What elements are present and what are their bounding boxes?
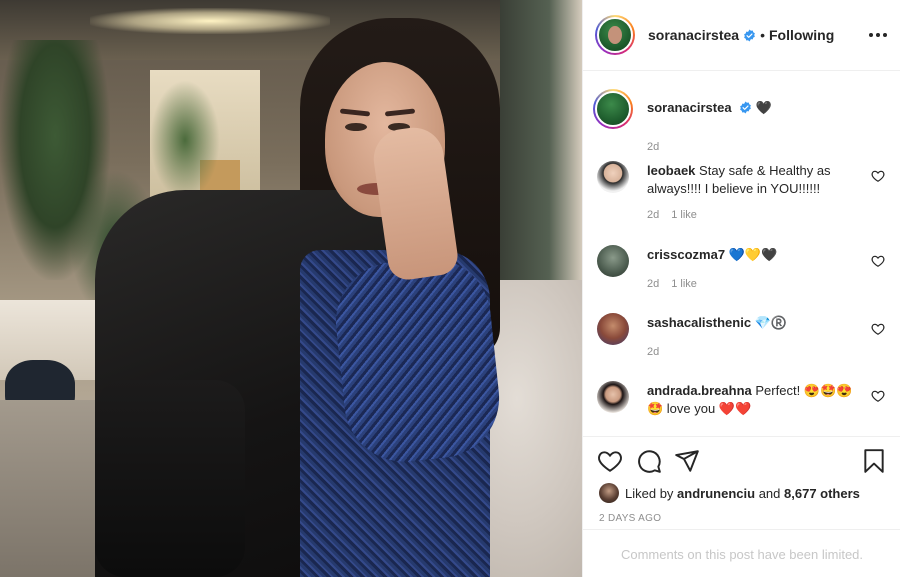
- comments-limited-notice: Comments on this post have been limited.: [583, 529, 900, 577]
- comment-text: 💙💛🖤: [728, 247, 778, 262]
- likes-count[interactable]: 8,677 others: [784, 486, 860, 501]
- likes-summary: Liked by andrunenciu and 8,677 others: [599, 483, 860, 503]
- comment-age: 2d: [647, 209, 660, 221]
- verified-icon: [740, 101, 752, 114]
- share-icon[interactable]: [674, 448, 700, 474]
- comment-username[interactable]: andrada.breahna: [647, 383, 752, 398]
- post-photo[interactable]: [0, 0, 582, 577]
- person-arm: [329, 252, 506, 468]
- verified-icon: [744, 29, 755, 41]
- like-heart-icon[interactable]: [597, 448, 623, 474]
- comment-text: 💎®️: [754, 315, 788, 330]
- caption-age: 2d: [647, 141, 660, 153]
- comment-age: 2d: [647, 278, 660, 290]
- comment-row: sashacalisthenic 💎®️ 2d: [595, 313, 889, 373]
- comment-username[interactable]: sashacalisthenic: [647, 315, 751, 330]
- author-avatar[interactable]: [595, 15, 635, 55]
- comments-list: soranacirstea 🖤 2d leobaek Stay safe & H…: [583, 71, 900, 436]
- liker-username[interactable]: andrunenciu: [677, 486, 755, 501]
- post-actions: Liked by andrunenciu and 8,677 others 2 …: [583, 436, 900, 577]
- comment-heart-icon[interactable]: [871, 169, 885, 183]
- comment-row: andrada.breahna Perfect! 😍🤩😍 🤩 love you …: [595, 381, 889, 436]
- likes-and: and: [758, 485, 781, 501]
- separator-dot: •: [760, 27, 765, 43]
- comment-avatar[interactable]: [597, 381, 629, 413]
- comment-username[interactable]: crisscozma7: [647, 247, 725, 262]
- bookmark-icon[interactable]: [861, 448, 887, 474]
- caption-username[interactable]: soranacirstea: [647, 100, 732, 115]
- comment-likes[interactable]: 1 like: [671, 209, 697, 221]
- comment-icon[interactable]: [636, 448, 662, 474]
- more-icon[interactable]: [867, 25, 889, 45]
- caption-avatar[interactable]: [593, 89, 633, 129]
- comment-username[interactable]: leobaek: [647, 163, 695, 178]
- liker-avatar[interactable]: [599, 483, 619, 503]
- comment-row: crisscozma7 💙💛🖤 2d 1 like: [595, 245, 889, 305]
- caption-row: soranacirstea 🖤 2d: [593, 89, 889, 153]
- following-button[interactable]: Following: [769, 27, 834, 43]
- comment-likes[interactable]: 1 like: [671, 278, 697, 290]
- post-sidebar: soranacirstea • Following soranacirstea …: [582, 0, 900, 577]
- post-date[interactable]: 2 DAYS AGO: [599, 513, 661, 524]
- comment-avatar[interactable]: [597, 245, 629, 277]
- comment-avatar[interactable]: [597, 313, 629, 345]
- author-username[interactable]: soranacirstea: [648, 27, 739, 43]
- caption-text: 🖤: [755, 100, 772, 115]
- comment-age: 2d: [647, 346, 660, 358]
- comment-row: leobaek Stay safe & Healthy as always!!!…: [595, 161, 889, 221]
- comment-avatar[interactable]: [597, 161, 629, 193]
- comment-heart-icon[interactable]: [871, 254, 885, 268]
- post-header: soranacirstea • Following: [583, 0, 900, 71]
- comment-heart-icon[interactable]: [871, 322, 885, 336]
- likes-prefix: Liked by: [625, 485, 674, 501]
- comment-heart-icon[interactable]: [871, 389, 885, 403]
